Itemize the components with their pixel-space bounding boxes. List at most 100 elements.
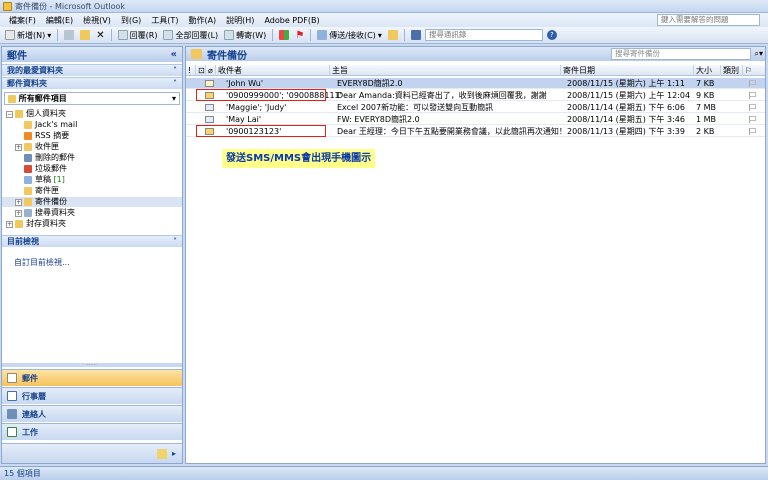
pane-splitter[interactable]: ⋯⋯ — [2, 363, 182, 368]
help-question-input[interactable]: 鍵入需要解答的問題 — [657, 14, 760, 26]
move-button[interactable] — [78, 28, 92, 42]
tree-item-search-folders[interactable]: + 搜尋資料夾 — [2, 208, 182, 218]
nav-button-mail[interactable]: 郵件 — [2, 369, 182, 386]
mail-folder-icon — [8, 94, 16, 103]
address-book-icon — [410, 30, 421, 40]
mail-folders-header[interactable]: 郵件資料夾 ˄ — [2, 77, 182, 89]
size-column[interactable]: 大小 — [694, 65, 721, 76]
follow-up-button[interactable]: ⚑ — [293, 28, 306, 42]
row-date: 2008/11/15 (星期六) 上午 1:11 — [567, 79, 685, 88]
row-subject: FW: EVERY8D簡訊2.0 — [337, 115, 420, 124]
flag-icon[interactable] — [749, 116, 756, 123]
expand-icon[interactable]: + — [15, 143, 22, 151]
search-icon[interactable]: ⌕▾ — [755, 49, 764, 59]
notes-icon[interactable] — [156, 448, 167, 459]
tree-label: 寄件備份 — [35, 197, 67, 206]
menu-actions[interactable]: 動作(A) — [183, 15, 221, 26]
tree-item-deleted[interactable]: 刪除的郵件 — [2, 153, 182, 163]
flag-column[interactable]: ⚐ — [743, 65, 765, 76]
mail-folders-label: 郵件資料夾 — [7, 79, 47, 88]
expand-icon[interactable]: + — [15, 209, 22, 217]
table-row[interactable]: 'Maggie'; 'Judy' Excel 2007新功能：可以發送雙向互動簡… — [186, 102, 765, 113]
menu-tools[interactable]: 工具(T) — [146, 15, 183, 26]
outlook-app-icon — [3, 1, 12, 11]
menu-view[interactable]: 檢視(V) — [78, 15, 116, 26]
subject-column[interactable]: 主旨 — [330, 65, 561, 76]
print-button[interactable] — [62, 28, 76, 42]
flag-icon[interactable] — [749, 128, 756, 135]
tree-item-personal-folders[interactable]: − 個人資料夾 — [2, 109, 182, 119]
menu-edit[interactable]: 編輯(E) — [41, 15, 78, 26]
chevron-down-icon[interactable]: ▾ — [47, 31, 51, 40]
icon-column[interactable]: ⊡ — [196, 65, 206, 76]
to-column[interactable]: 收件者 — [216, 65, 330, 76]
chevron-down-icon: ▾ — [171, 94, 176, 103]
expand-icon[interactable]: + — [15, 198, 22, 206]
nav-button-tasks[interactable]: 工作 — [2, 423, 182, 440]
tree-label: 搜尋資料夾 — [35, 208, 75, 217]
help-button[interactable]: ? — [545, 28, 559, 42]
expand-icon[interactable]: + — [6, 220, 13, 228]
search-input[interactable]: 搜尋寄件備份 — [611, 48, 751, 60]
collapse-pane-icon[interactable]: « — [171, 49, 177, 60]
folder-button[interactable] — [386, 28, 400, 42]
envelope-icon — [205, 80, 214, 87]
nav-button-contacts[interactable]: 連絡人 — [2, 405, 182, 422]
row-date: 2008/11/15 (星期六) 上午 12:04 — [567, 91, 691, 100]
menu-help[interactable]: 說明(H) — [221, 15, 259, 26]
all-mail-items-dropdown[interactable]: 所有郵件項目 ▾ — [4, 92, 180, 105]
menu-adobe-pdf[interactable]: Adobe PDF(B) — [259, 16, 324, 25]
tree-label: 垃圾郵件 — [35, 164, 67, 173]
importance-column[interactable]: ! — [186, 65, 196, 76]
nav-pane-title: 郵件 — [7, 51, 27, 62]
help-icon: ? — [546, 30, 557, 40]
archive-folder-icon — [15, 220, 23, 228]
customize-view-link[interactable]: 自訂目前檢視... — [14, 257, 70, 268]
row-size: 7 KB — [696, 79, 715, 88]
category-column[interactable]: 類別 — [721, 65, 743, 76]
tree-item-inbox[interactable]: + 收件匣 — [2, 142, 182, 152]
collapse-icon[interactable]: − — [6, 110, 13, 118]
tree-item-outbox[interactable]: 寄件匣 — [2, 186, 182, 196]
row-subject: EVERY8D簡訊2.0 — [337, 79, 403, 88]
flag-icon[interactable] — [749, 92, 756, 99]
menu-file[interactable]: 檔案(F) — [4, 15, 41, 26]
send-receive-button[interactable]: 傳送/接收(C) ▾ — [315, 28, 384, 42]
tree-item-jacks-mail[interactable]: Jack's mail — [2, 120, 182, 130]
inbox-icon — [24, 143, 32, 151]
categorize-button[interactable] — [277, 28, 291, 42]
row-to: 'May Lai' — [226, 115, 262, 124]
table-row[interactable]: 'John Wu' EVERY8D簡訊2.0 2008/11/15 (星期六) … — [186, 78, 765, 89]
tree-item-sent-items[interactable]: + 寄件備份 — [2, 197, 182, 207]
reply-all-button[interactable]: 全部回覆(L) — [161, 28, 220, 42]
folder-title: 寄件備份 — [207, 50, 247, 62]
flag-icon[interactable] — [749, 80, 756, 87]
reply-icon — [117, 30, 128, 40]
tree-item-drafts[interactable]: 草稿 [1] — [2, 175, 182, 185]
configure-buttons-icon[interactable]: ▸ — [172, 449, 176, 458]
row-subject: Dear Amanda:資料已經寄出了，收到後麻煩回覆我，謝謝 — [337, 91, 547, 100]
flag-icon[interactable] — [749, 104, 756, 111]
address-book-button[interactable] — [409, 28, 423, 42]
tree-item-rss[interactable]: RSS 摘要 — [2, 131, 182, 141]
message-list-pane: 寄件備份 搜尋寄件備份 ⌕▾ ! ⊡ ⌀ 收件者 主旨 寄件日期 大小 類別 ⚐… — [185, 46, 766, 464]
tree-item-junk[interactable]: 垃圾郵件 — [2, 164, 182, 174]
forward-button[interactable]: 轉寄(W) — [222, 28, 268, 42]
attachment-column[interactable]: ⌀ — [206, 65, 216, 76]
menu-go[interactable]: 到(G) — [116, 15, 146, 26]
new-button[interactable]: 新增(N) ▾ — [3, 28, 53, 42]
contacts-icon — [7, 409, 17, 419]
sent-date-column[interactable]: 寄件日期 — [561, 65, 694, 76]
chevron-down-icon[interactable]: ▾ — [378, 31, 382, 40]
tree-item-archive[interactable]: + 封存資料夾 — [2, 219, 182, 229]
highlight-box — [196, 125, 326, 137]
reply-button[interactable]: 回覆(R) — [116, 28, 160, 42]
current-view-header[interactable]: 目前檢視 ˅ — [2, 235, 182, 247]
nav-button-calendar[interactable]: 行事曆 — [2, 387, 182, 404]
delete-button[interactable]: ✕ — [94, 28, 106, 42]
address-book-search-input[interactable]: 搜尋通訊錄 — [424, 29, 543, 41]
outbox-icon — [24, 187, 32, 195]
reply-all-label: 全部回覆(L) — [175, 30, 219, 40]
favorites-header[interactable]: 我的最愛資料夾 ˄ — [2, 64, 182, 76]
table-row[interactable]: 'May Lai' FW: EVERY8D簡訊2.0 2008/11/14 (星… — [186, 114, 765, 125]
